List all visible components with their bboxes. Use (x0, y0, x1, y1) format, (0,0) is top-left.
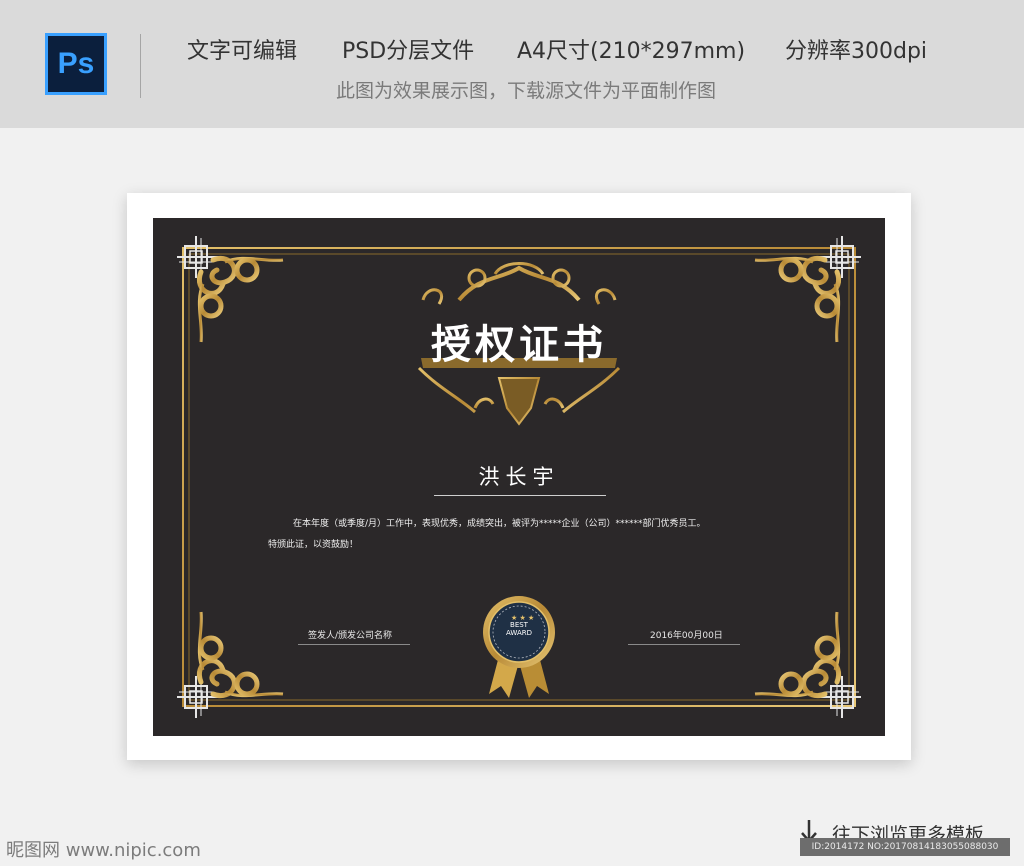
signature-line (298, 644, 410, 645)
feature-psd-layers: PSD分层文件 (342, 39, 475, 64)
certificate-body-line1: 在本年度（或季度/月）工作中，表现优秀，成绩突出，被评为*****企业（公司）*… (293, 519, 706, 529)
date-label: 2016年00月00日 (650, 631, 723, 641)
corner-ornament-tl (177, 236, 283, 342)
feature-resolution: 分辨率300dpi (785, 39, 928, 64)
photoshop-icon: Ps (45, 33, 107, 95)
picture-frame: ★ ★ ★ 授权证书 洪长宇 在本年度（或季度/月）工作中，表现优秀，成绩突出，… (127, 193, 911, 760)
certificate-body-line2: 特颁此证，以资鼓励！ (268, 540, 359, 550)
corner-ornament-tr (755, 236, 861, 342)
certificate: ★ ★ ★ 授权证书 洪长宇 在本年度（或季度/月）工作中，表现优秀，成绩突出，… (153, 218, 885, 736)
header-divider (140, 34, 141, 98)
date-line (628, 644, 740, 645)
feature-editable-text: 文字可编辑 (187, 39, 298, 64)
certificate-title: 授权证书 (431, 322, 607, 368)
badge-text: BEST AWARD (502, 621, 536, 637)
site-watermark: 昵图网 www.nipic.com (6, 840, 201, 861)
preview-note: 此图为效果展示图，下载源文件为平面制作图 (336, 80, 717, 102)
badge-text-best: BEST (510, 621, 528, 629)
name-underline (434, 495, 606, 496)
corner-ornament-bl (177, 612, 283, 718)
recipient-name: 洪长宇 (478, 465, 560, 489)
page: Ps 文字可编辑 PSD分层文件 A4尺寸(210*297mm) 分辨率300d… (0, 0, 1024, 866)
badge-text-award: AWARD (506, 629, 532, 637)
signature-label: 签发人/颁发公司名称 (308, 631, 393, 641)
info-header: Ps 文字可编辑 PSD分层文件 A4尺寸(210*297mm) 分辨率300d… (0, 0, 1024, 128)
image-id-watermark: ID:2014172 NO:20170814183055088030 (800, 838, 1010, 856)
feature-a4-size: A4尺寸(210*297mm) (517, 39, 746, 64)
best-award-badge: ★ ★ ★ (483, 596, 555, 698)
corner-ornament-br (755, 612, 861, 718)
